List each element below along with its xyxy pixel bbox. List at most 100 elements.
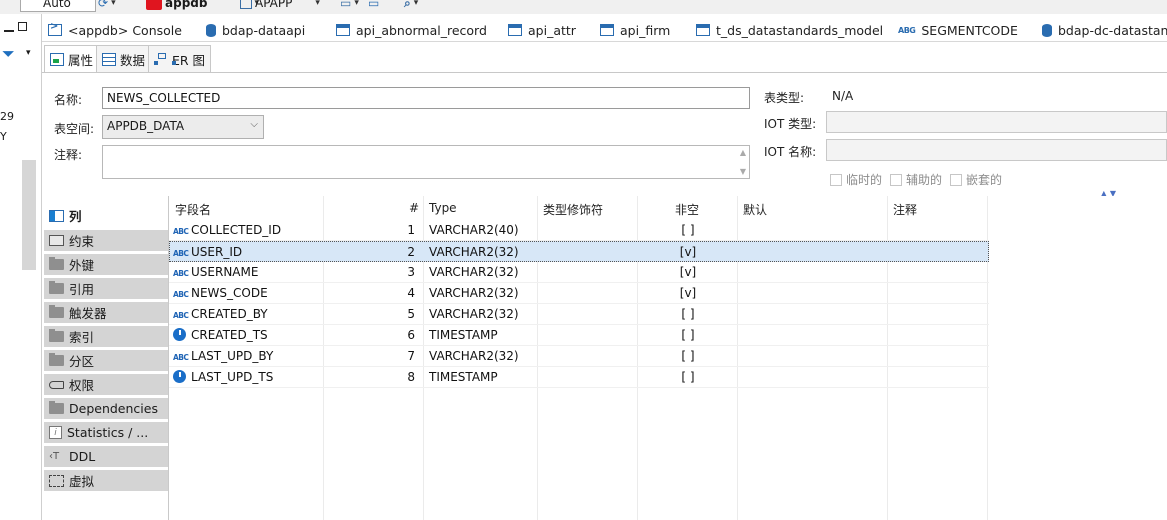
column-name: USERNAME	[191, 265, 259, 279]
table-row[interactable]: ABC NEWS_CODE 4 VARCHAR2(32) [v]	[169, 283, 989, 304]
column-type: VARCHAR2(32)	[429, 286, 519, 300]
column-ordinal: 7	[407, 349, 415, 363]
nav-label: Dependencies	[69, 401, 158, 416]
tablespace-value: APPDB_DATA	[107, 119, 185, 133]
navigator-text-fragment: Y	[0, 130, 7, 143]
tab-label: api_firm	[620, 22, 671, 38]
maximize-icon[interactable]	[18, 22, 27, 31]
commit-mode-select[interactable]: Auto	[20, 0, 96, 12]
nav-item-statistics[interactable]: i Statistics / ...	[44, 422, 168, 444]
column-not-null: [ ]	[681, 328, 695, 342]
column-ordinal: 2	[407, 245, 415, 259]
iot-name-label: IOT 名称:	[764, 145, 817, 159]
header-comment[interactable]: 注释	[893, 201, 917, 218]
nested-checkbox[interactable]: 嵌套的	[950, 171, 1002, 188]
column-type: VARCHAR2(32)	[429, 265, 519, 279]
tab-label: 属性	[68, 53, 94, 68]
table-row[interactable]: ABC USERNAME 3 VARCHAR2(32) [v]	[169, 262, 989, 283]
header-not-null[interactable]: 非空	[675, 201, 699, 218]
header-default[interactable]: 默认	[743, 201, 767, 218]
tab-label: t_ds_datastandards_model	[716, 22, 884, 38]
tab-api-firm[interactable]: api_firm	[600, 19, 670, 41]
tab-bdap-dataapi[interactable]: bdap-dataapi	[206, 19, 305, 41]
transaction-icon[interactable]: ▭	[368, 0, 379, 12]
nav-label: 虚拟	[69, 474, 95, 489]
tab-segmentcode[interactable]: ABG SEGMENTCODE	[898, 19, 1018, 41]
tab-api-attr[interactable]: api_attr	[508, 19, 576, 41]
nav-item-columns[interactable]: 列	[44, 205, 168, 227]
temporary-checkbox[interactable]: 临时的	[830, 171, 882, 188]
sql-editor-icon[interactable]: ▭ ▾	[340, 0, 359, 12]
tab-er-diagram[interactable]: ER 图	[148, 45, 212, 72]
tab-label: api_abnormal_record	[356, 22, 487, 38]
tab-console[interactable]: <appdb> Console	[48, 19, 182, 41]
comment-textarea[interactable]: ▲ ▼	[102, 145, 750, 179]
search-icon[interactable]: ⌕ ▾	[404, 0, 418, 12]
database-icon	[1042, 23, 1052, 37]
nav-label: 触发器	[69, 306, 107, 321]
table-name-input[interactable]	[102, 87, 750, 109]
header-ordinal[interactable]: #	[409, 201, 419, 215]
nav-item-virtual[interactable]: 虚拟	[44, 470, 168, 492]
table-row[interactable]: ABC COLLECTED_ID 1 VARCHAR2(40) [ ]	[169, 220, 989, 241]
header-column-name[interactable]: 字段名	[175, 201, 211, 218]
checkbox-label: 临时的	[846, 173, 883, 187]
tab-label: bdap-dataapi	[222, 22, 306, 38]
nav-item-indexes[interactable]: 索引	[44, 326, 168, 348]
tab-properties[interactable]: 属性	[44, 45, 100, 73]
column-name: COLLECTED_ID	[191, 223, 282, 237]
table-row[interactable]: ABC CREATED_BY 5 VARCHAR2(32) [ ]	[169, 304, 989, 325]
column-not-null: [v]	[679, 286, 697, 300]
column-not-null: [v]	[679, 245, 697, 259]
header-type-modifier[interactable]: 类型修饰符	[543, 201, 603, 218]
table-row-selected[interactable]: ABC USER_ID 2 VARCHAR2(32) [v]	[169, 241, 989, 262]
table-row[interactable]: CREATED_TS 6 TIMESTAMP [ ]	[169, 325, 989, 346]
text-type-icon: ABC	[173, 227, 189, 236]
nav-item-references[interactable]: 引用	[44, 278, 168, 300]
nav-label: 引用	[69, 282, 95, 297]
tab-bdap-dc-datastan[interactable]: bdap-dc-datastan	[1042, 19, 1167, 41]
er-diagram-icon	[154, 52, 176, 66]
columns-grid: 字段名 # Type 类型修饰符 非空 默认 注释 ABC COLLECTED_I…	[168, 196, 1167, 520]
table-row[interactable]: LAST_UPD_TS 8 TIMESTAMP [ ]	[169, 367, 989, 388]
nav-label: 约束	[69, 234, 95, 249]
comment-label: 注释:	[54, 148, 83, 162]
nav-label: 权限	[69, 378, 95, 393]
database-name: appdb	[165, 0, 208, 10]
scroll-up-icon[interactable]: ▲	[740, 148, 746, 157]
scroll-down-icon[interactable]: ▼	[740, 167, 746, 176]
tab-data[interactable]: 数据	[96, 45, 152, 72]
checkbox-label: 辅助的	[906, 173, 943, 187]
column-not-null: [v]	[679, 265, 697, 279]
schema-selector[interactable]: APAPP ▾	[240, 0, 320, 12]
info-icon: i	[49, 426, 62, 439]
nav-item-dependencies[interactable]: Dependencies	[44, 398, 168, 420]
tab-api-abnormal-record[interactable]: api_abnormal_record	[336, 19, 487, 41]
nav-item-ddl[interactable]: ‹T DDL	[44, 446, 168, 468]
nav-item-partitions[interactable]: 分区	[44, 350, 168, 372]
nav-item-foreign-keys[interactable]: 外键	[44, 254, 168, 276]
tab-label: bdap-dc-datastan	[1058, 22, 1167, 38]
filter-dropdown-icon[interactable]: ▾	[26, 48, 31, 58]
column-type: VARCHAR2(32)	[429, 245, 519, 259]
navigator-scrollbar[interactable]	[22, 160, 36, 270]
nav-item-triggers[interactable]: 触发器	[44, 302, 168, 324]
filter-icon[interactable]: ⏷	[2, 44, 15, 64]
tab-label: <appdb> Console	[68, 22, 182, 38]
column-ordinal: 4	[407, 286, 415, 300]
folder-icon	[49, 353, 64, 366]
header-type[interactable]: Type	[429, 201, 457, 215]
name-label: 名称:	[54, 93, 83, 107]
table-icon	[336, 24, 350, 36]
tab-t-ds-datastandards-model[interactable]: t_ds_datastandards_model	[696, 19, 883, 41]
minimize-icon[interactable]	[0, 30, 16, 32]
table-properties-form: 名称: 表空间: APPDB_DATA ⌵ 注释: ▲ ▼ 表类型: N/A I…	[42, 72, 1167, 198]
tab-label: ER 图	[172, 52, 206, 68]
table-row[interactable]: ABC LAST_UPD_BY 7 VARCHAR2(32) [ ]	[169, 346, 989, 367]
nav-item-constraints[interactable]: 约束	[44, 230, 168, 252]
secondary-checkbox[interactable]: 辅助的	[890, 171, 942, 188]
nav-item-permissions[interactable]: 权限	[44, 374, 168, 396]
refresh-icon[interactable]: ⟳ ▾	[98, 0, 116, 12]
tablespace-select[interactable]: APPDB_DATA ⌵	[102, 115, 264, 139]
object-editor-tabs: 属性 数据 ER 图	[42, 42, 1167, 73]
